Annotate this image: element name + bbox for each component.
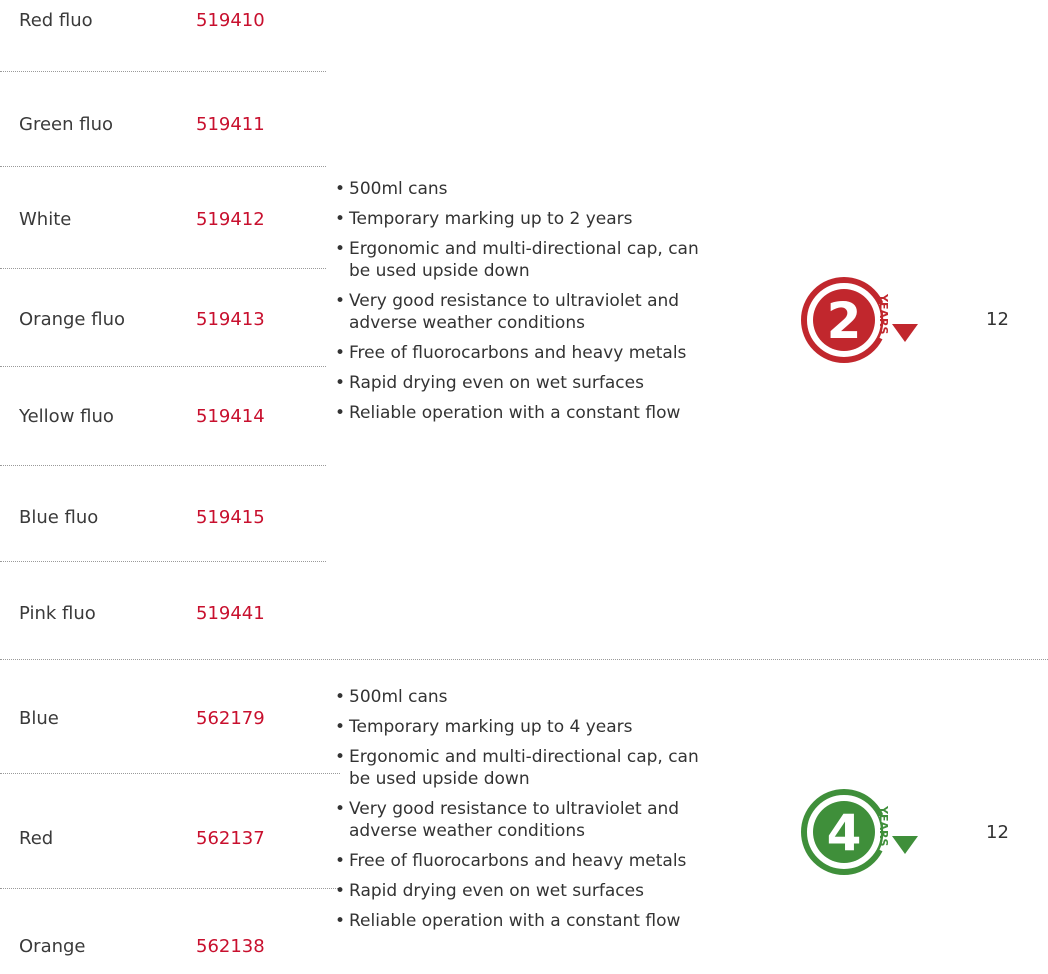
color-name: Red [19,828,54,849]
bullet: • [335,881,346,901]
color-name: Green fluo [19,114,113,135]
row-divider [0,888,340,889]
row-divider [0,71,326,72]
feature-text: Temporary marking up to 4 years [349,717,633,737]
feature-item: • Ergonomic and multi-directional cap, ca… [333,746,709,790]
feature-item: • Reliable operation with a constant flow [333,402,713,424]
feature-text: Very good resistance to ultraviolet and … [349,291,680,333]
reference-number: 519412 [196,209,265,230]
bullet: • [335,799,346,819]
color-name: White [19,209,72,230]
badge-word: YEARS [877,293,890,334]
color-name: Blue [19,708,59,729]
feature-list: • 500ml cans • Temporary marking up to 4 y… [333,686,713,940]
feature-item: • Very good resistance to ultraviolet and… [333,290,719,334]
feature-text: Reliable operation with a constant flow [349,911,681,931]
row-divider [0,773,340,774]
badge-number: 4 [827,804,862,862]
two-years-icon: 2 YEARS [801,277,918,363]
row-divider [0,561,326,562]
feature-text: Reliable operation with a constant flow [349,403,681,423]
reference-number: 519410 [196,10,265,31]
color-name: Orange fluo [19,309,125,330]
bullet: • [335,343,346,363]
quantity: 12 [986,822,1009,843]
reference-number: 562138 [196,936,265,957]
feature-item: • 500ml cans [333,178,713,200]
feature-text: 500ml cans [349,687,448,707]
feature-text: Rapid drying even on wet surfaces [349,881,644,901]
arrow-head [892,836,918,854]
arrow-head [892,324,918,342]
color-name: Orange [19,936,86,957]
feature-text: 500ml cans [349,179,448,199]
reference-number: 519415 [196,507,265,528]
bullet: • [335,747,346,767]
feature-item: • Ergonomic and multi-directional cap, ca… [333,238,709,282]
badge-word: YEARS [877,805,890,846]
bullet: • [335,687,346,707]
color-name: Blue fluo [19,507,99,528]
reference-number: 519441 [196,603,265,624]
color-name: Pink fluo [19,603,96,624]
row-divider [0,465,326,466]
four-years-icon: 4 YEARS [801,789,918,875]
group-divider [0,659,1048,660]
feature-text: Ergonomic and multi-directional cap, can… [349,747,699,789]
row-divider [0,166,326,167]
feature-item: • Reliable operation with a constant flow [333,910,713,932]
feature-list: • 500ml cans • Temporary marking up to 2 y… [333,178,713,432]
feature-item: • Free of fluorocarbons and heavy metals [333,342,713,364]
bullet: • [335,239,346,259]
bullet: • [335,911,346,931]
feature-text: Free of fluorocarbons and heavy metals [349,343,687,363]
feature-text: Rapid drying even on wet surfaces [349,373,644,393]
feature-item: • 500ml cans [333,686,713,708]
feature-text: Temporary marking up to 2 years [349,209,633,229]
reference-number: 519413 [196,309,265,330]
bullet: • [335,291,346,311]
feature-text: Ergonomic and multi-directional cap, can… [349,239,699,281]
reference-number: 519414 [196,406,265,427]
bullet: • [335,179,346,199]
reference-number: 519411 [196,114,265,135]
feature-text: Free of fluorocarbons and heavy metals [349,851,687,871]
bullet: • [335,717,346,737]
badge-number: 2 [827,292,862,350]
feature-text: Very good resistance to ultraviolet and … [349,799,680,841]
reference-number: 562179 [196,708,265,729]
feature-item: • Temporary marking up to 2 years [333,208,713,230]
row-divider [0,366,326,367]
years-badge: 2 YEARS [796,266,920,378]
feature-item: • Temporary marking up to 4 years [333,716,713,738]
bullet: • [335,209,346,229]
bullet: • [335,403,346,423]
years-badge: 4 YEARS [796,778,920,890]
bullet: • [335,373,346,393]
color-name: Red fluo [19,10,93,31]
bullet: • [335,851,346,871]
feature-item: • Rapid drying even on wet surfaces [333,372,713,394]
row-divider [0,268,326,269]
feature-item: • Free of fluorocarbons and heavy metals [333,850,713,872]
color-name: Yellow fluo [19,406,114,427]
quantity: 12 [986,309,1009,330]
feature-item: • Rapid drying even on wet surfaces [333,880,713,902]
feature-item: • Very good resistance to ultraviolet and… [333,798,719,842]
reference-number: 562137 [196,828,265,849]
